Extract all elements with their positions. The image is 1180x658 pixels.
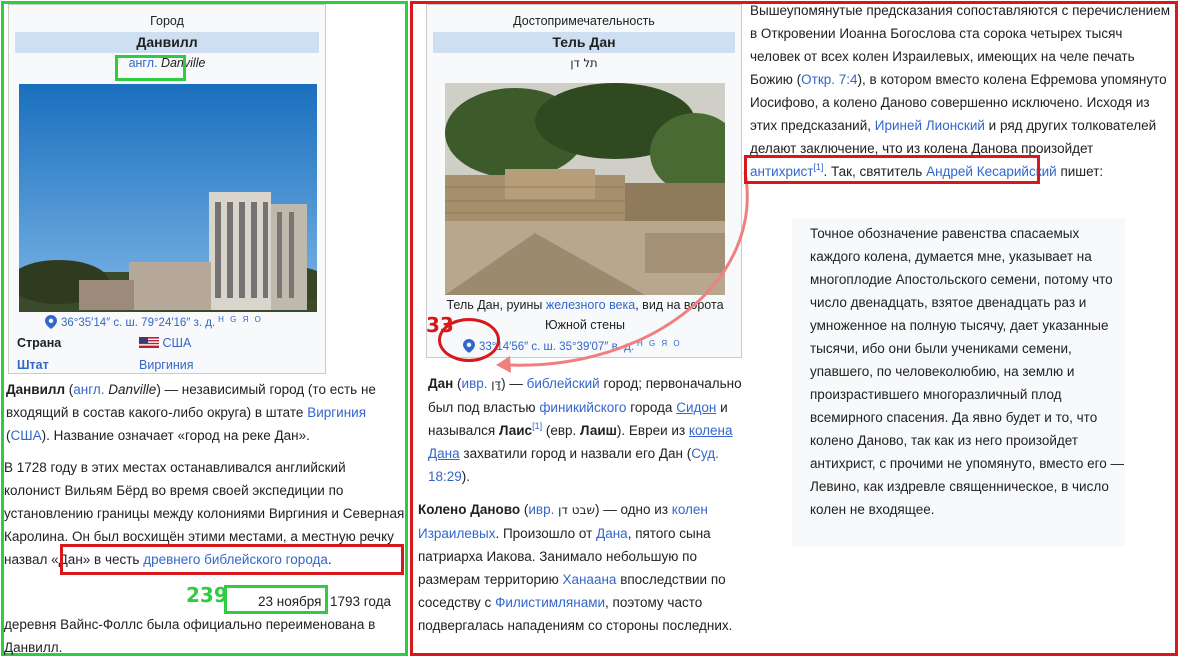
state-label: Штат xyxy=(17,358,49,372)
infobox-type: Достопримечательность xyxy=(513,14,655,28)
tribe-dan-paragraph: Колено Даново (ивр. שבט דן) — одно из ко… xyxy=(418,502,733,633)
quote-text: Точное обозначение равенства спасаемых к… xyxy=(810,226,1124,517)
infobox-title: Данвилл xyxy=(15,32,319,53)
infobox-title: Тель Дан xyxy=(433,32,735,53)
state-value: Виргиния xyxy=(139,358,194,372)
country-label: Страна xyxy=(17,336,62,350)
highlight-river-name xyxy=(60,544,404,575)
annotation-arrow xyxy=(496,171,749,373)
coord-lon[interactable]: 79°24′16″ з. д. xyxy=(141,317,215,329)
infobox-type: Город xyxy=(150,14,184,28)
blockquote: Точное обозначение равенства спасаемых к… xyxy=(792,218,1125,546)
highlight-antichrist xyxy=(744,155,1040,184)
red-annotation-number: 33 xyxy=(426,313,454,337)
highlight-lang-link xyxy=(115,55,186,81)
hebrew-name: תל דן xyxy=(570,56,598,70)
danville-photo[interactable] xyxy=(19,84,317,312)
highlight-date xyxy=(224,585,328,614)
coordinates[interactable]: 36°35′14″ с. ш. 79°24′16″ з. д. H G Я O xyxy=(45,311,263,332)
dan-city-paragraph: Дан (ивр. דָּן) — библейский город; перв… xyxy=(428,376,742,484)
coord-lat[interactable]: 36°35′14″ с. ш. xyxy=(61,317,138,329)
danville-intro-paragraph: Данвилл (англ. Danville) — независимый г… xyxy=(6,382,376,443)
us-flag-icon xyxy=(139,337,159,348)
location-pin-icon xyxy=(45,315,57,329)
green-annotation-number: 239 xyxy=(186,583,228,607)
map-services[interactable]: H G Я O xyxy=(218,315,263,324)
country-value: США xyxy=(139,333,191,353)
